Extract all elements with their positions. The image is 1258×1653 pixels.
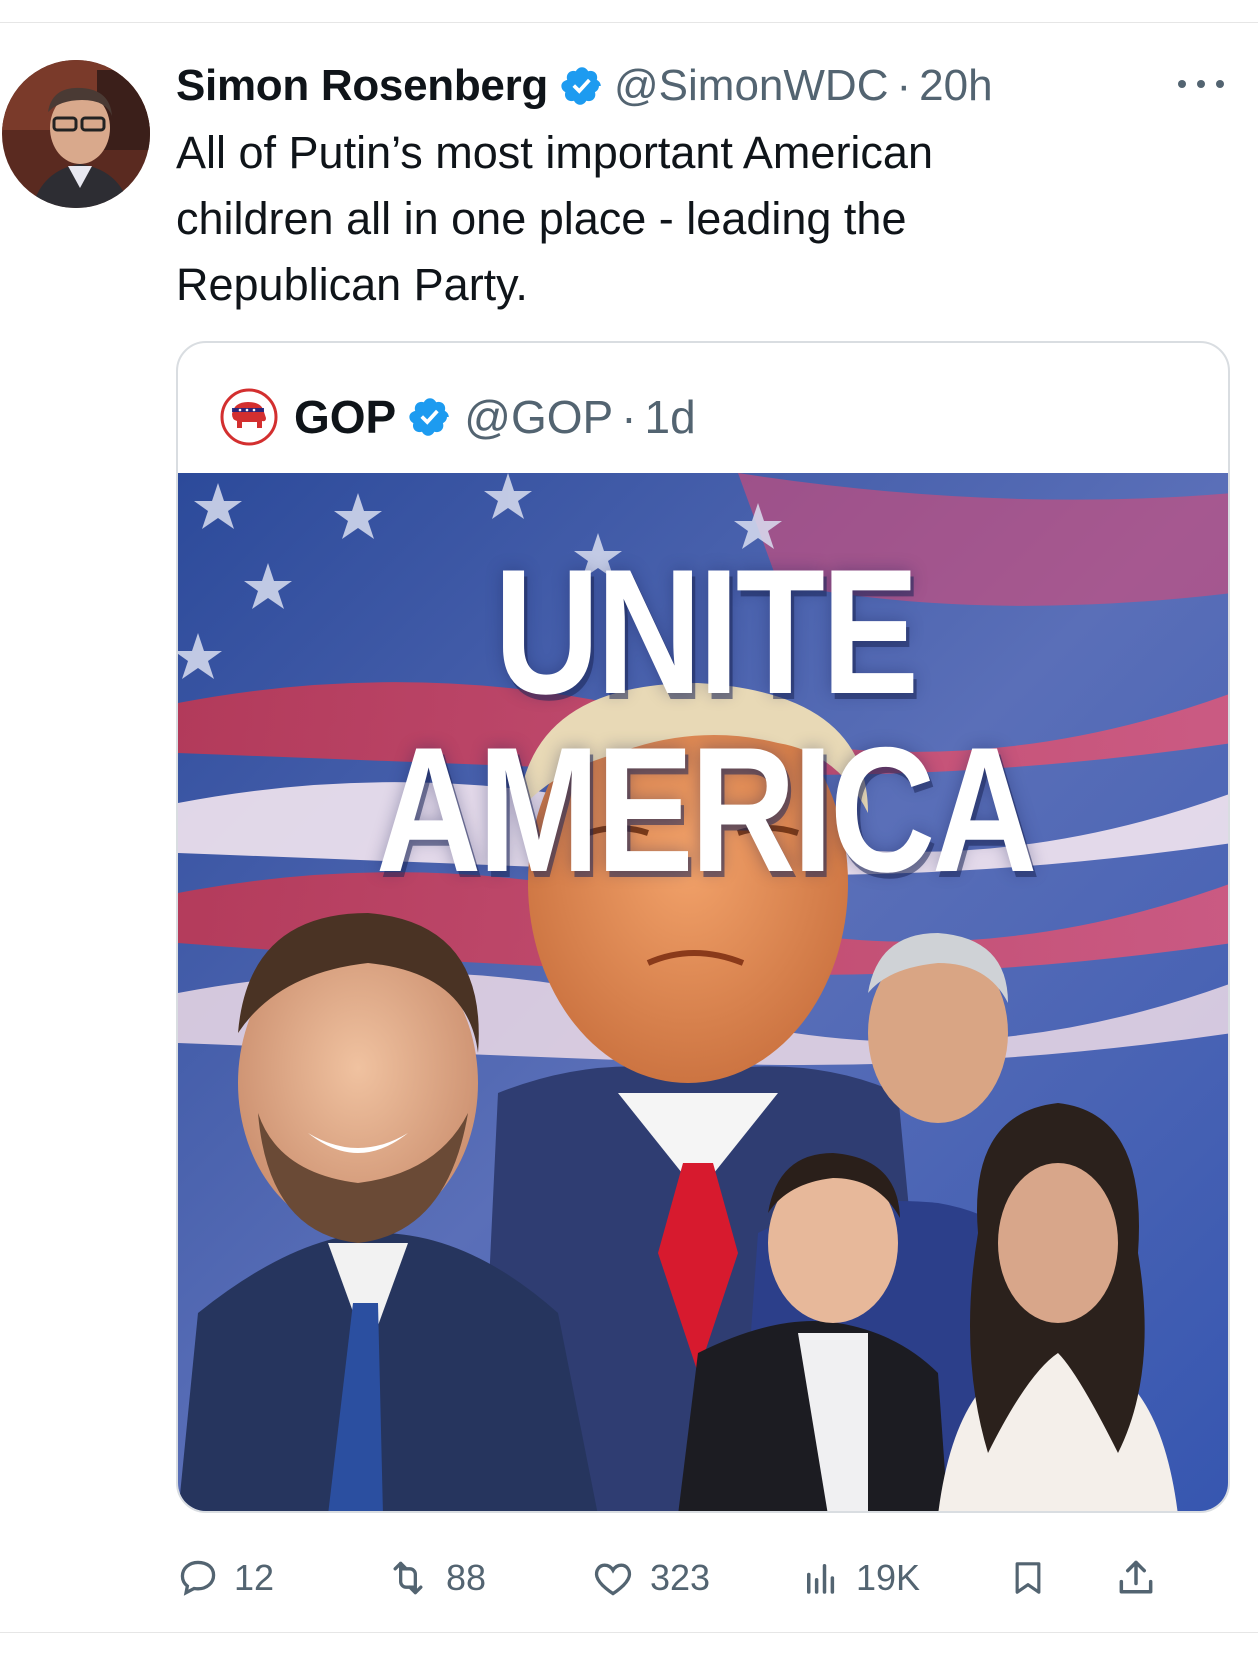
quote-timestamp[interactable]: 1d [645, 390, 696, 444]
tweet-text: All of Putin’s most important American c… [176, 127, 933, 310]
reply-button[interactable]: 12 [176, 1548, 274, 1608]
tweet-timestamp[interactable]: 20h [919, 61, 992, 111]
separator-dot: · [896, 61, 912, 110]
gop-elephant-icon [220, 388, 278, 446]
share-button[interactable] [1114, 1548, 1158, 1608]
analytics-icon [807, 1564, 835, 1594]
tweet-header: Simon Rosenberg @SimonWDC · 20h [176, 56, 993, 116]
share-icon [1119, 1560, 1153, 1594]
retweet-button[interactable]: 88 [384, 1548, 486, 1608]
verified-badge-icon [409, 398, 450, 436]
reply-icon [180, 1560, 216, 1596]
verified-badge-icon [561, 67, 601, 105]
quoted-media-image[interactable]: UNITE AMERICA [178, 473, 1228, 1511]
author-avatar[interactable] [2, 60, 150, 208]
views-button[interactable]: 19K [800, 1548, 920, 1608]
quoted-tweet-card[interactable]: GOP @GOP · 1d UNITE AMERICA [176, 341, 1230, 1513]
bottom-divider [0, 1632, 1258, 1633]
more-options-icon[interactable] [1172, 62, 1230, 106]
quote-header: GOP @GOP · 1d [220, 388, 696, 446]
like-button[interactable]: 323 [590, 1548, 710, 1608]
like-count: 323 [650, 1557, 711, 1598]
poster-headline: UNITE AMERICA [375, 532, 1037, 909]
quote-handle[interactable]: @GOP [464, 390, 613, 444]
tweet-actions-bar: 12 88 323 19K [176, 1548, 1236, 1608]
reply-count: 12 [234, 1557, 275, 1598]
retweet-count: 88 [446, 1557, 487, 1598]
heart-icon [594, 1563, 632, 1596]
author-handle[interactable]: @SimonWDC [614, 61, 888, 111]
retweet-icon [393, 1561, 423, 1595]
author-display-name[interactable]: Simon Rosenberg [176, 61, 548, 111]
bookmark-button[interactable] [1008, 1548, 1048, 1608]
quote-display-name[interactable]: GOP [294, 390, 396, 444]
top-divider [0, 22, 1258, 23]
bookmark-icon [1015, 1562, 1041, 1594]
avatar-image [2, 60, 150, 208]
views-count: 19K [856, 1557, 921, 1598]
separator-dot: · [621, 391, 637, 443]
